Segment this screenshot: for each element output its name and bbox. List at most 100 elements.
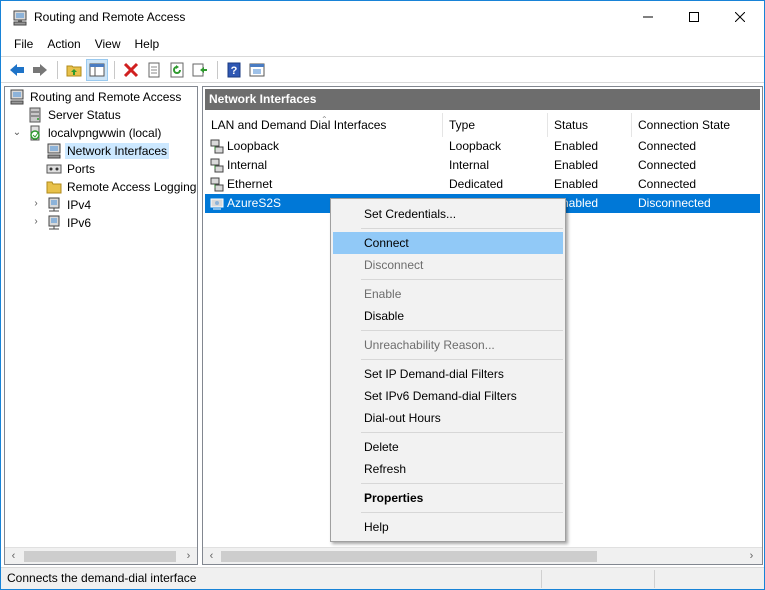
back-button[interactable]: [6, 59, 28, 81]
status-divider: [654, 570, 655, 588]
properties-icon: [148, 62, 160, 77]
column-header-type[interactable]: Type: [443, 113, 548, 137]
title-bar: Routing and Remote Access: [1, 1, 764, 33]
menu-item-connect[interactable]: Connect: [333, 232, 563, 254]
menu-item-unreachability-reason[interactable]: Unreachability Reason...: [333, 334, 563, 356]
table-row-loopback[interactable]: Loopback Loopback Enabled Connected: [205, 137, 760, 156]
properties-button[interactable]: [143, 59, 165, 81]
scroll-right-icon[interactable]: ›: [180, 548, 197, 564]
connection-state: Connected: [638, 139, 697, 153]
column-header-connection-state[interactable]: Connection State: [632, 113, 760, 137]
rras-app-icon: [12, 10, 28, 26]
refresh-button[interactable]: [166, 59, 188, 81]
table-row-internal[interactable]: Internal Internal Enabled Connected: [205, 156, 760, 175]
menu-item-set-credentials[interactable]: Set Credentials...: [333, 203, 563, 225]
window-title: Routing and Remote Access: [34, 10, 186, 24]
toolbar-separator: [217, 60, 218, 79]
help-button[interactable]: ?: [223, 59, 245, 81]
menu-item-dial-out-hours[interactable]: Dial-out Hours: [333, 407, 563, 429]
menu-item-set-ip-filters[interactable]: Set IP Demand-dial Filters: [333, 363, 563, 385]
toolbar: ?: [1, 56, 764, 83]
export-list-button[interactable]: [189, 59, 211, 81]
forward-button[interactable]: [29, 59, 51, 81]
local-server-icon: [27, 125, 43, 141]
status-divider: [541, 570, 542, 588]
column-label: Connection State: [638, 118, 731, 132]
menu-view[interactable]: View: [89, 34, 127, 54]
menu-item-disable[interactable]: Disable: [333, 305, 563, 327]
ipv4-icon: [46, 197, 62, 213]
column-header-status[interactable]: Status: [548, 113, 632, 137]
refresh-icon: [170, 62, 184, 77]
interface-name: Loopback: [227, 139, 280, 153]
delete-button[interactable]: [120, 59, 142, 81]
menu-separator: [361, 512, 563, 513]
interface-name-cell: Loopback: [209, 137, 279, 156]
status-text: Connects the demand-dial interface: [7, 571, 197, 585]
column-header-interfaces[interactable]: LAN and Demand Dial Interfaces ⌃: [205, 113, 443, 137]
tree-label: Network Interfaces: [65, 143, 170, 159]
expand-chevron-icon[interactable]: ›: [31, 216, 41, 227]
menu-item-enable[interactable]: Enable: [333, 283, 563, 305]
scroll-right-icon[interactable]: ›: [743, 548, 760, 564]
details-horizontal-scrollbar[interactable]: ‹ ›: [203, 547, 762, 564]
export-list-icon: [192, 63, 207, 76]
menu-action[interactable]: Action: [41, 34, 86, 54]
interface-status: Enabled: [554, 158, 599, 172]
tree-node-root[interactable]: Routing and Remote Access: [9, 88, 183, 106]
tree-node-remote-access-logging[interactable]: Remote Access Logging: [46, 178, 197, 196]
maximize-button[interactable]: [671, 1, 717, 33]
menu-separator: [361, 228, 563, 229]
minimize-button[interactable]: [625, 1, 671, 33]
menu-item-refresh[interactable]: Refresh: [333, 458, 563, 480]
column-label: Type: [449, 118, 476, 132]
menu-item-properties[interactable]: Properties: [333, 487, 563, 509]
tree-label: Server Status: [48, 108, 121, 122]
menu-file[interactable]: File: [8, 34, 39, 54]
show-hide-tree-button[interactable]: [86, 58, 108, 81]
table-row-ethernet[interactable]: Ethernet Dedicated Enabled Connected: [205, 175, 760, 194]
menu-help[interactable]: Help: [129, 34, 166, 54]
menu-separator: [361, 330, 563, 331]
scroll-left-icon[interactable]: ‹: [5, 548, 22, 564]
scrollbar-thumb[interactable]: [221, 551, 597, 562]
menu-bar: File Action View Help: [1, 33, 764, 55]
connection-state: Disconnected: [638, 196, 711, 210]
close-button[interactable]: [717, 1, 763, 33]
collapse-chevron-icon[interactable]: ⌄: [12, 127, 22, 138]
interface-name: Internal: [227, 158, 268, 172]
demand-dial-interface-icon: [209, 196, 225, 212]
interface-type: Loopback: [449, 139, 502, 153]
menu-item-delete[interactable]: Delete: [333, 436, 563, 458]
expand-chevron-icon[interactable]: ›: [31, 198, 41, 209]
tree-node-ipv4[interactable]: IPv4: [46, 196, 93, 214]
menu-item-help[interactable]: Help: [333, 516, 563, 538]
forward-icon: [33, 63, 47, 76]
scroll-left-icon[interactable]: ‹: [203, 548, 220, 564]
tree-node-server[interactable]: localvpngwwin (local): [27, 124, 163, 142]
menu-item-set-ipv6-filters[interactable]: Set IPv6 Demand-dial Filters: [333, 385, 563, 407]
tree-node-ports[interactable]: Ports: [46, 160, 97, 178]
tree-node-network-interfaces[interactable]: Network Interfaces: [46, 142, 170, 160]
tree-label: Routing and Remote Access: [30, 90, 182, 104]
tree-horizontal-scrollbar[interactable]: ‹ ›: [5, 547, 197, 564]
network-interface-icon: [209, 158, 225, 174]
menu-separator: [361, 279, 563, 280]
ports-icon: [46, 161, 62, 177]
menu-separator: [361, 432, 563, 433]
tree-node-server-status[interactable]: Server Status: [27, 106, 123, 124]
menu-separator: [361, 359, 563, 360]
tree-label: Ports: [67, 162, 96, 176]
up-one-level-button[interactable]: [63, 59, 85, 81]
interface-name-cell: Internal: [209, 156, 267, 175]
console-view-button[interactable]: [246, 59, 268, 81]
tree-label: Remote Access Logging: [67, 180, 197, 194]
console-view-icon: [249, 63, 265, 76]
toolbar-separator: [57, 60, 58, 79]
scrollbar-thumb[interactable]: [24, 551, 176, 562]
tree-label: IPv4: [67, 198, 92, 212]
context-menu: Set Credentials... Connect Disconnect En…: [330, 198, 566, 542]
tree-node-ipv6[interactable]: IPv6: [46, 214, 93, 232]
menu-item-disconnect[interactable]: Disconnect: [333, 254, 563, 276]
interface-type: Dedicated: [449, 177, 504, 191]
